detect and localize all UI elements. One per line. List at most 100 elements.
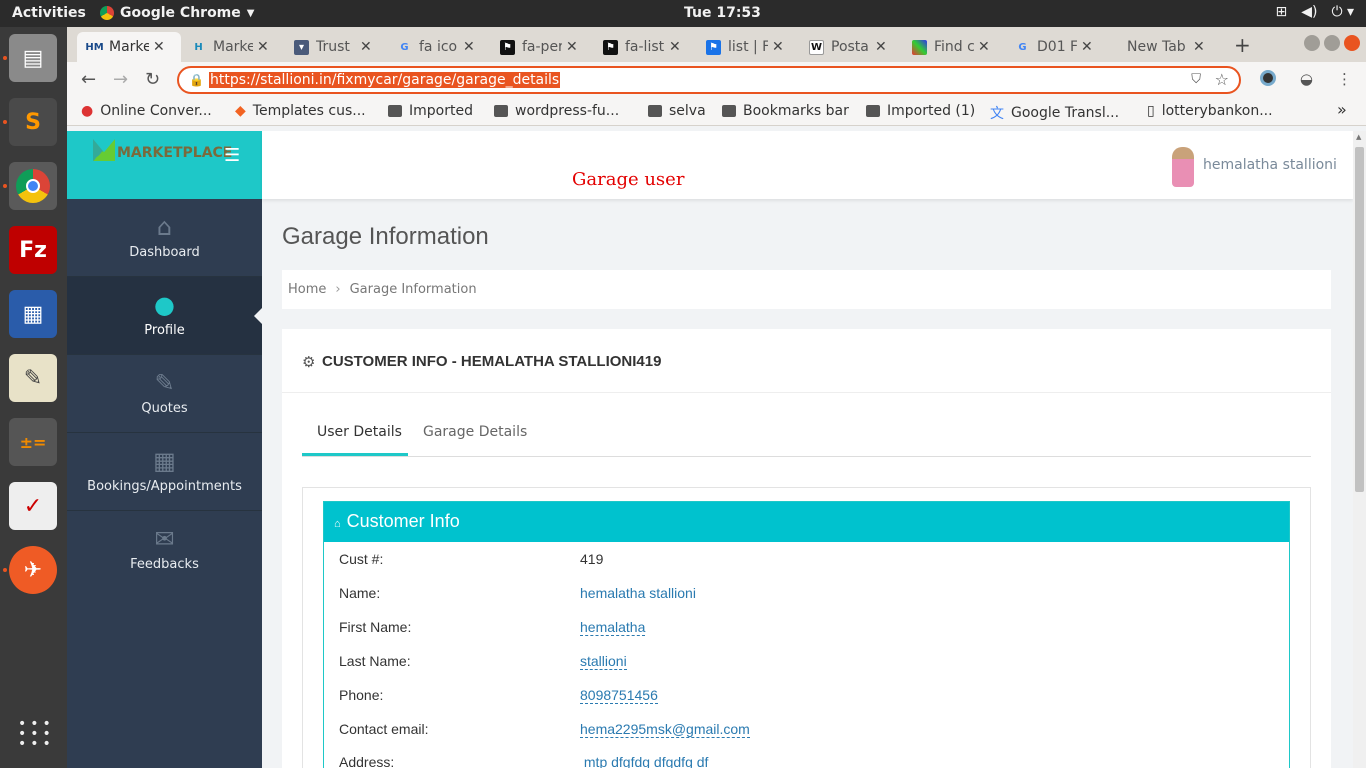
extension-shield-icon[interactable]: ⛉ [1191, 72, 1201, 87]
close-window-button[interactable] [1344, 35, 1360, 51]
back-button[interactable]: ← [81, 69, 96, 90]
browser-tab[interactable]: Find c ✕ [902, 32, 1005, 62]
chevron-right-icon: › [335, 282, 341, 297]
hamburger-menu-icon[interactable]: ☰ [224, 145, 240, 166]
sidebar-item-quotes[interactable]: ✎ Quotes [67, 355, 262, 433]
minimize-button[interactable] [1304, 35, 1320, 51]
close-icon[interactable]: ✕ [1081, 39, 1093, 55]
user-name[interactable]: hemalatha stallioni [1203, 157, 1337, 173]
tab-user-details[interactable]: User Details [317, 424, 402, 440]
close-icon[interactable]: ✕ [772, 39, 784, 55]
grid-favicon-icon [912, 39, 927, 55]
bookmark-star-icon[interactable]: ☆ [1215, 70, 1229, 89]
scrollbar-thumb[interactable] [1355, 147, 1364, 492]
close-icon[interactable]: ✕ [1193, 39, 1205, 55]
google-translate-icon: 文 [990, 106, 1004, 122]
close-icon[interactable]: ✕ [463, 39, 475, 55]
clock[interactable]: Tue 17:53 [684, 5, 761, 21]
sidebar-item-feedbacks[interactable]: ✉ Feedbacks [67, 511, 262, 589]
gear-icon: ⚙ [302, 353, 316, 371]
sidebar-item-dashboard[interactable]: ⌂ Dashboard [67, 199, 262, 277]
show-applications-icon[interactable]: ••• ••• ••• [18, 717, 51, 751]
new-tab-button[interactable]: + [1234, 33, 1251, 57]
bookmark-folder[interactable]: Imported (1) [866, 103, 975, 119]
bookmark-item[interactable]: ◆ Templates cus... [235, 103, 366, 119]
chevron-down-icon: ▼ [246, 7, 255, 19]
close-icon[interactable]: ✕ [978, 39, 990, 55]
browser-tab[interactable]: Gfa ico ✕ [387, 32, 490, 62]
browser-tab[interactable]: ⚑ list | F ✕ [696, 32, 799, 62]
folder-icon [722, 105, 736, 117]
customer-info-header: ⌂ Customer Info [324, 502, 1289, 542]
close-icon[interactable]: ✕ [669, 39, 681, 55]
libreoffice-writer-icon[interactable]: ▦ [9, 290, 57, 338]
incognito-icon[interactable]: ◒ [1300, 70, 1313, 88]
running-indicator [3, 184, 7, 188]
browser-tab[interactable]: G D01 F ✕ [1005, 32, 1108, 62]
browser-tab[interactable]: ⚑ fa-list ✕ [593, 32, 696, 62]
google-favicon-icon: G [1018, 41, 1027, 53]
tab-garage-details[interactable]: Garage Details [423, 424, 527, 440]
forward-button[interactable]: → [113, 69, 128, 90]
bookmark-item[interactable]: 文 Google Transl... [990, 103, 1119, 123]
active-indicator [254, 307, 263, 325]
editable-first-name[interactable]: hemalatha [580, 619, 646, 636]
network-icon: ⊞ [1275, 4, 1288, 20]
url-text[interactable]: https://stallioni.in/fixmycar/garage/gar… [209, 72, 561, 88]
lock-icon[interactable]: 🔒 [189, 73, 204, 87]
logo-text: MARKETPLACE [117, 145, 233, 161]
editable-last-name[interactable]: stallioni [580, 653, 627, 670]
system-tray[interactable]: ⊞ ◀) ⏻ ▾ [1275, 4, 1354, 20]
bookmark-folder[interactable]: Bookmarks bar [722, 103, 849, 119]
maximize-button[interactable] [1324, 35, 1340, 51]
editable-address[interactable]: mtp dfgfdg dfgdfg df [580, 754, 709, 768]
hm-favicon-icon: HM [85, 41, 104, 53]
close-icon[interactable]: ✕ [153, 39, 165, 55]
calendar-icon: ▦ [153, 447, 176, 475]
sublime-text-icon[interactable]: S [9, 98, 57, 146]
bookmark-item[interactable]: ▯ lotterybankon... [1147, 103, 1273, 119]
sidebar-item-bookings[interactable]: ▦ Bookings/Appointments [67, 433, 262, 511]
close-icon[interactable]: ✕ [566, 39, 578, 55]
close-icon[interactable]: ✕ [257, 39, 269, 55]
postman-icon[interactable]: ✈ [9, 546, 57, 594]
bookmark-folder[interactable]: wordpress-fu... [494, 103, 619, 119]
filezilla-icon[interactable]: Fz [9, 226, 57, 274]
browser-tab[interactable]: ⚑ fa-per ✕ [490, 32, 593, 62]
activities-button[interactable]: Activities [12, 5, 86, 21]
page-viewport: MARKETPLACE ☰ ⌂ Dashboard ● Profile ✎ Qu… [67, 131, 1353, 768]
browser-tab[interactable]: H Marke ✕ [181, 32, 284, 62]
extension-icon[interactable] [1259, 70, 1276, 86]
address-bar[interactable]: 🔒 https://stallioni.in/fixmycar/garage/g… [177, 66, 1241, 94]
editable-email[interactable]: hema2295msk@gmail.com [580, 721, 750, 738]
chrome-launcher-icon[interactable] [9, 162, 57, 210]
files-icon[interactable]: ▤ [9, 34, 57, 82]
flag-favicon-icon: ⚑ [706, 39, 721, 55]
browser-tab[interactable]: ▾ Trust ✕ [284, 32, 387, 62]
breadcrumb-home-link[interactable]: Home [288, 282, 326, 297]
close-icon[interactable]: ✕ [360, 39, 372, 55]
avatar[interactable] [1172, 147, 1194, 187]
app-menu[interactable]: Google Chrome ▼ [100, 5, 254, 21]
page-scrollbar[interactable]: ▲ [1353, 131, 1366, 768]
shield-favicon-icon: ▾ [294, 39, 309, 55]
bookmarks-overflow-button[interactable]: » [1337, 100, 1347, 119]
browser-tab[interactable]: New Tab ✕ [1117, 32, 1211, 62]
bookmark-folder[interactable]: selva [648, 103, 706, 119]
calculator-icon[interactable]: ±= [9, 418, 57, 466]
sidebar-item-profile[interactable]: ● Profile [67, 277, 263, 355]
google-favicon-icon: G [400, 41, 409, 53]
document-viewer-icon[interactable]: ✓ [9, 482, 57, 530]
menu-kebab-icon[interactable]: ⋮ [1337, 70, 1352, 88]
page-icon: ▯ [1147, 103, 1155, 119]
running-indicator [3, 568, 7, 572]
close-icon[interactable]: ✕ [875, 39, 887, 55]
text-editor-icon[interactable]: ✎ [9, 354, 57, 402]
bookmark-folder[interactable]: Imported [388, 103, 473, 119]
browser-tab[interactable]: W Posta ✕ [799, 32, 902, 62]
bookmark-item[interactable]: ● Online Conver... [81, 103, 212, 119]
browser-tab[interactable]: HM Marke ✕ [77, 32, 181, 62]
scroll-up-arrow-icon[interactable]: ▲ [1356, 133, 1361, 141]
reload-button[interactable]: ↻ [145, 69, 160, 90]
editable-phone[interactable]: 8098751456 [580, 687, 658, 704]
